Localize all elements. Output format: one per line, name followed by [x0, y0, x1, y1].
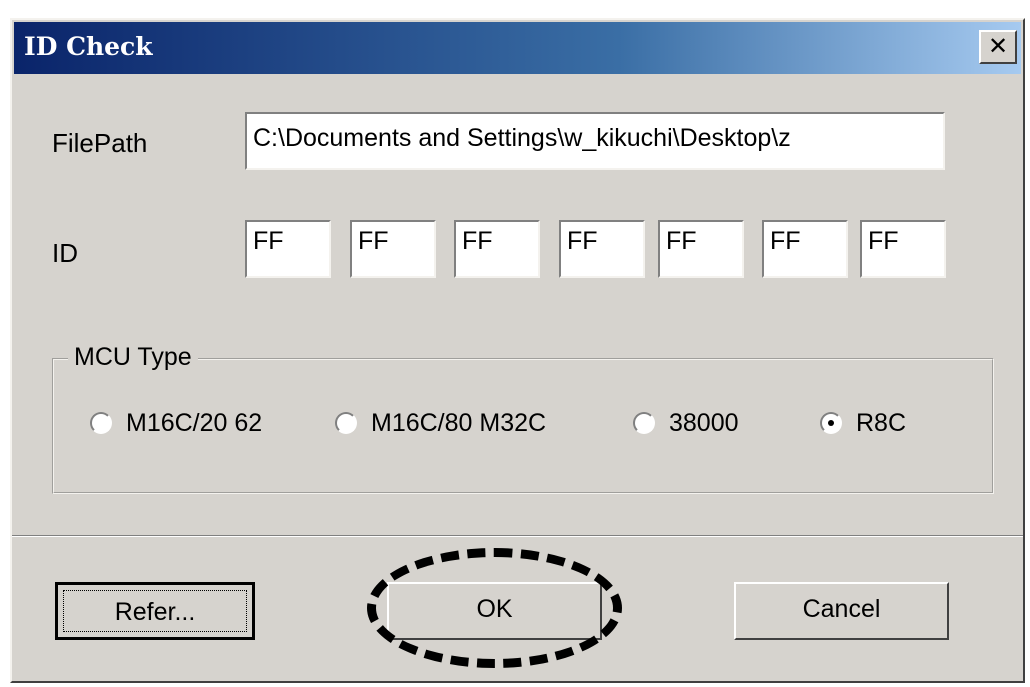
radio-button-checked-icon [820, 412, 842, 434]
id-field-6[interactable]: FF [762, 220, 848, 278]
radio-m16c-80-m32c[interactable]: M16C/80 M32C [335, 403, 546, 443]
id-label: ID [52, 238, 78, 268]
title-bar[interactable]: ID Check ✕ [14, 22, 1021, 74]
radio-label: M16C/80 M32C [371, 408, 547, 437]
radio-button-icon [335, 412, 357, 434]
refer-button-label: Refer... [63, 590, 247, 632]
radio-label: 38000 [669, 408, 739, 437]
id-field-5[interactable]: FF [658, 220, 744, 278]
filepath-field[interactable]: C:\Documents and Settings\w_kikuchi\Desk… [245, 112, 945, 170]
id-field-3[interactable]: FF [454, 220, 540, 278]
id-field-1[interactable]: FF [245, 220, 331, 278]
radio-label: M16C/20 62 [126, 408, 263, 437]
ok-button[interactable]: OK [387, 582, 602, 640]
id-field-7[interactable]: FF [860, 220, 946, 278]
cancel-button[interactable]: Cancel [734, 582, 949, 640]
close-icon: ✕ [987, 32, 1009, 60]
id-field-2[interactable]: FF [350, 220, 436, 278]
mcu-type-label: MCU Type [68, 343, 198, 372]
filepath-label: FilePath [52, 128, 148, 158]
radio-r8c[interactable]: R8C [820, 403, 906, 443]
separator [12, 535, 1023, 537]
radio-button-icon [633, 412, 655, 434]
radio-button-icon [90, 412, 112, 434]
radio-label: R8C [856, 408, 907, 437]
radio-m16c-20-62[interactable]: M16C/20 62 [90, 403, 262, 443]
refer-button[interactable]: Refer... [55, 582, 255, 640]
close-button[interactable]: ✕ [979, 30, 1017, 64]
window-title: ID Check [24, 32, 153, 61]
id-check-dialog: ID Check ✕ FilePath C:\Documents and Set… [10, 18, 1025, 683]
radio-38000[interactable]: 38000 [633, 403, 739, 443]
id-field-4[interactable]: FF [559, 220, 645, 278]
